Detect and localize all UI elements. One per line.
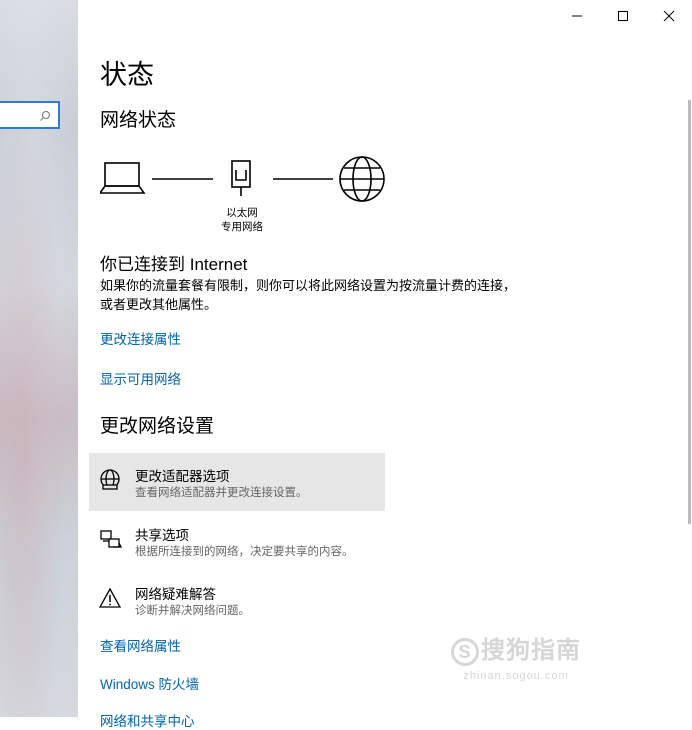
page-title: 状态 (100, 60, 154, 90)
minimize-icon (572, 15, 582, 17)
option-title: 共享选项 (135, 528, 189, 543)
change-adapter-options[interactable]: 更改适配器选项 查看网络适配器并更改连接设置。 (89, 453, 385, 511)
sharing-options[interactable]: 共享选项 根据所连接到的网络，决定要共享的内容。 (89, 512, 385, 570)
warning-icon (98, 586, 125, 612)
search-input[interactable] (0, 101, 60, 129)
connection-status-description: 如果你的流量套餐有限制，则你可以将此网络设置为按流量计费的连接，或者更改其他属性… (100, 278, 517, 312)
window-controls (554, 0, 692, 32)
network-diagram-graphic (98, 156, 385, 202)
adapter-globe-icon (99, 468, 125, 494)
ethernet-label: 以太网 (226, 207, 258, 219)
show-available-networks-link[interactable]: 显示可用网络 (100, 368, 181, 388)
search-icon (39, 109, 51, 127)
option-description: 诊断并解决网络问题。 (135, 605, 250, 617)
option-title: 更改适配器选项 (135, 469, 230, 484)
view-network-properties-link[interactable]: 查看网络属性 (100, 635, 181, 655)
option-description: 查看网络适配器并更改连接设置。 (135, 487, 308, 499)
option-title: 网络疑难解答 (135, 587, 216, 602)
connection-status-title: 你已连接到 Internet (100, 255, 248, 274)
network-status-heading: 网络状态 (100, 110, 177, 131)
close-icon (663, 10, 675, 22)
sharing-icon (99, 527, 125, 553)
change-connection-properties-link[interactable]: 更改连接属性 (100, 328, 181, 348)
content-pane: 状态 网络状态 以太网 专用网络 你已连接到 Internet 如果你的流量套餐… (78, 0, 692, 729)
option-description: 根据所连接到的网络，决定要共享的内容。 (135, 546, 354, 558)
maximize-button[interactable] (600, 0, 646, 32)
watermark-url: zhinan.sogou.com (463, 669, 569, 682)
watermark: S 搜狗指南 zhinan.sogou.com (436, 630, 596, 690)
scrollbar[interactable] (688, 100, 691, 524)
change-network-settings-heading: 更改网络设置 (100, 416, 215, 437)
watermark-text: 搜狗指南 (481, 637, 581, 664)
network-troubleshooter[interactable]: 网络疑难解答 诊断并解决网络问题。 (89, 571, 385, 629)
network-sharing-center-link[interactable]: 网络和共享中心 (100, 710, 195, 730)
watermark-logo-icon: S (451, 637, 479, 666)
maximize-icon (618, 11, 628, 21)
network-diagram: 以太网 专用网络 (98, 152, 400, 242)
close-button[interactable] (646, 0, 692, 32)
windows-firewall-link[interactable]: Windows 防火墙 (100, 673, 199, 693)
network-type-label: 专用网络 (221, 221, 263, 233)
laptop-icon (98, 162, 146, 194)
internet-globe-icon (339, 156, 385, 202)
minimize-button[interactable] (554, 0, 600, 32)
ethernet-icon (231, 160, 251, 196)
